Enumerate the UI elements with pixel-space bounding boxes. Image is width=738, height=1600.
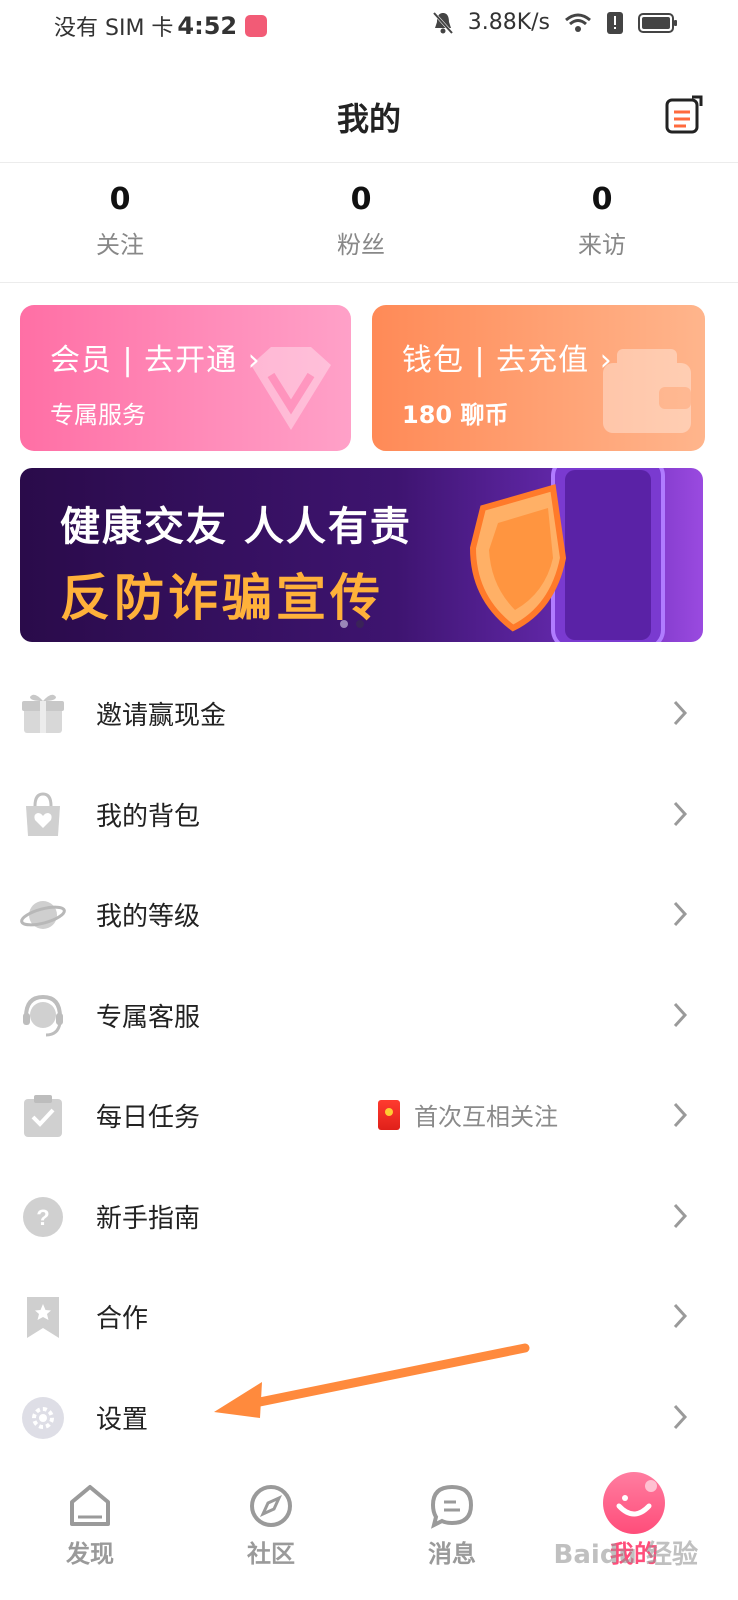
tab-label: 消息 [428, 1540, 476, 1568]
carrier-text: 没有 SIM 卡 [54, 16, 174, 41]
menu-item-label: 合作 [96, 1304, 149, 1334]
tab-label: 发现 [66, 1540, 114, 1568]
chevron-right-icon [673, 1303, 688, 1329]
svg-text:?: ? [36, 1205, 49, 1230]
menu-item-label: 每日任务 [96, 1103, 201, 1133]
vip-card[interactable]: 会员 | 去开通 › 专属服务 [20, 305, 351, 451]
chevron-right-icon [673, 1002, 688, 1028]
bookmark-star-icon [27, 1297, 59, 1338]
smile-face-icon [616, 1480, 657, 1517]
menu-item-label: 专属客服 [96, 1003, 201, 1033]
tab-label: 社区 [247, 1540, 295, 1568]
stat-label: 粉丝 [337, 231, 385, 259]
tab-discover[interactable]: 发现 [30, 1482, 150, 1569]
banner-headline: 健康交友 人人有责 [60, 504, 412, 550]
chevron-right-icon [673, 901, 688, 927]
chevron-right-icon [673, 1102, 688, 1128]
wallet-icon [603, 349, 691, 433]
stat-label: 关注 [96, 231, 144, 259]
vip-card-title: 会员 | 去开通 › [50, 343, 261, 378]
chevron-right-icon [673, 700, 688, 726]
chevron-right-icon [673, 1203, 688, 1229]
status-bar: 没有 SIM 卡 4:52 3.88K/s [0, 0, 738, 52]
chevron-right-icon [673, 801, 688, 827]
annotation-arrow [214, 1343, 530, 1418]
menu-item-label: 邀请赢现金 [96, 701, 227, 731]
carousel-indicator [340, 620, 364, 628]
carousel-dot-active [356, 620, 364, 628]
home-icon [70, 1485, 110, 1526]
promo-banner[interactable]: 健康交友 人人有责 反防诈骗宣传 [20, 468, 703, 642]
stat-following[interactable]: 0 关注 [40, 182, 200, 260]
menu-item-invite[interactable]: 邀请赢现金 [0, 665, 738, 765]
stat-label: 来访 [578, 231, 626, 259]
gear-icon [22, 1397, 64, 1439]
vip-card-subtitle: 专属服务 [50, 401, 146, 429]
wallet-card[interactable]: 钱包 | 去充值 › 180 聊币 [372, 305, 705, 451]
network-speed: 3.88K/s [467, 10, 550, 35]
menu-item-label: 设置 [96, 1405, 149, 1435]
message-icon [430, 1484, 474, 1529]
menu-item-customer-service[interactable]: 专属客服 [0, 967, 738, 1067]
wifi-icon [565, 13, 591, 32]
task-check-icon [24, 1095, 62, 1137]
menu-item-label: 我的背包 [96, 802, 201, 832]
compass-icon [250, 1485, 292, 1527]
profile-stats: 0 关注 0 粉丝 0 来访 [0, 172, 738, 283]
banner-subheadline: 反防诈骗宣传 [60, 569, 384, 627]
tab-community[interactable]: 社区 [211, 1482, 331, 1569]
gift-icon [22, 694, 64, 733]
edit-note-icon[interactable] [664, 94, 704, 136]
chevron-right-icon [673, 1404, 688, 1430]
menu-item-label: 新手指南 [96, 1204, 201, 1234]
watermark: Baidu 经验 [553, 1540, 698, 1570]
stat-value: 0 [591, 182, 613, 217]
bell-muted-icon [432, 11, 453, 34]
wallet-card-title: 钱包 | 去充值 › [402, 343, 613, 378]
stat-followers[interactable]: 0 粉丝 [281, 182, 441, 260]
task-hint: 首次互相关注 [378, 1097, 558, 1132]
page-header: 我的 [0, 80, 738, 163]
help-icon: ? [23, 1197, 63, 1237]
alert-icon [607, 11, 623, 34]
stat-value: 0 [109, 182, 131, 217]
status-time: 4:52 [177, 12, 238, 40]
bottom-tab-bar: 发现 社区 消息 我的 Baidu 经验 [0, 1470, 738, 1600]
profile-icon [603, 1472, 665, 1534]
planet-icon [20, 901, 66, 929]
menu-item-level[interactable]: 我的等级 [0, 866, 738, 966]
bag-icon [26, 792, 60, 836]
phone-shield-illustration [469, 468, 665, 642]
menu-item-guide[interactable]: ? 新手指南 [0, 1168, 738, 1268]
app-notification-icon [245, 15, 268, 37]
task-hint-text: 首次互相关注 [414, 1103, 558, 1131]
page-title: 我的 [336, 100, 401, 138]
customer-service-icon [23, 994, 63, 1037]
tab-messages[interactable]: 消息 [392, 1482, 512, 1569]
wallet-card-subtitle: 180 聊币 [402, 401, 509, 429]
menu-item-backpack[interactable]: 我的背包 [0, 766, 738, 866]
stat-value: 0 [350, 182, 372, 217]
status-left: 没有 SIM 卡 4:52 [54, 10, 268, 42]
menu-item-label: 我的等级 [96, 902, 201, 932]
battery-icon [638, 12, 677, 33]
carousel-dot [340, 620, 348, 628]
menu-item-daily-task[interactable]: 每日任务 首次互相关注 [0, 1067, 738, 1167]
vip-diamond-icon [251, 347, 331, 430]
status-right: 3.88K/s [432, 10, 678, 35]
stat-visitors[interactable]: 0 来访 [522, 182, 682, 260]
red-envelope-icon [378, 1099, 400, 1130]
